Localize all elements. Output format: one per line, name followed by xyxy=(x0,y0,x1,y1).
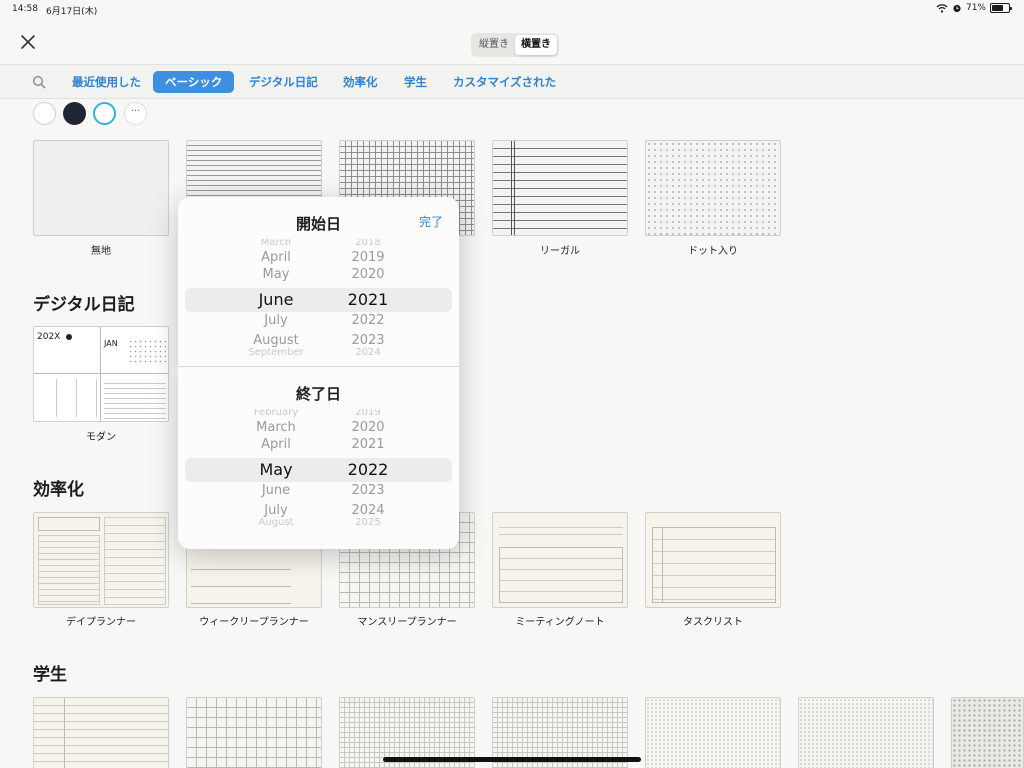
tab-digital-journal[interactable]: デジタル日記 xyxy=(249,71,318,93)
template-plain-label: 無地 xyxy=(91,246,111,257)
tab-customized[interactable]: カスタマイズされた xyxy=(453,71,556,93)
start-date-wheel[interactable]: March 2018 April 2019 May 2020 June 2021 July 202… xyxy=(178,239,459,359)
end-date-wheel[interactable]: February 2019 March 2020 April 2021 May 2022 Jun… xyxy=(178,409,459,529)
meeting-header-lines xyxy=(499,521,623,541)
template-modern-journal[interactable]: 202X JAN xyxy=(33,326,169,422)
home-indicator xyxy=(383,757,641,762)
legal-margin-line xyxy=(514,141,515,235)
template-day-planner[interactable] xyxy=(33,512,169,608)
year-option[interactable]: 2020 xyxy=(328,420,408,435)
status-time: 14:58 xyxy=(12,4,38,14)
weekly-rows xyxy=(191,553,291,605)
wifi-icon xyxy=(936,4,948,13)
journal-add-icon xyxy=(66,334,72,340)
paper-color-dark[interactable] xyxy=(63,102,86,125)
year-option[interactable]: 2018 xyxy=(328,239,408,248)
template-day-planner-label: デイプランナー xyxy=(66,617,136,628)
tab-basic[interactable]: ベーシック xyxy=(153,71,235,93)
start-date-title: 開始日 xyxy=(295,215,341,233)
year-option[interactable]: 2023 xyxy=(328,333,408,348)
year-option[interactable]: 2022 xyxy=(328,313,408,328)
template-task-list[interactable] xyxy=(645,512,781,608)
journal-week-grid xyxy=(37,379,97,417)
tab-recent[interactable]: 最近使用した xyxy=(72,71,141,93)
template-dotted[interactable] xyxy=(645,140,781,236)
category-tabs: 最近使用した ベーシック デジタル日記 効率化 学生 カスタマイズされた xyxy=(0,65,1024,99)
battery-level xyxy=(992,5,1004,11)
done-button[interactable]: 完了 xyxy=(419,213,443,230)
year-option[interactable]: 2021 xyxy=(328,437,408,452)
year-option[interactable]: 2025 xyxy=(328,517,408,528)
template-meeting-notes-label: ミーティングノート xyxy=(515,617,605,628)
journal-divider xyxy=(100,327,101,421)
template-student-hex[interactable] xyxy=(951,697,1024,768)
template-legal-label: リーガル xyxy=(540,246,580,257)
orientation-segmented-control: 縦置き 横置き xyxy=(471,33,559,57)
journal-divider xyxy=(34,373,168,374)
portrait-option[interactable]: 縦置き xyxy=(473,35,515,55)
year-option[interactable]: 2024 xyxy=(328,347,408,358)
planner-notes xyxy=(38,535,100,605)
journal-year: 202X xyxy=(37,332,61,342)
date-range-popover: 開始日 完了 March 2018 April 2019 May 2020 June 2021… xyxy=(178,197,459,549)
journal-calendar-grid xyxy=(128,339,166,365)
status-bar: 14:58 6月17日(木) 71% xyxy=(0,0,1024,20)
cornell-margin xyxy=(64,698,65,768)
selected-year[interactable]: 2022 xyxy=(328,460,408,479)
year-option[interactable]: 2020 xyxy=(328,267,408,282)
planner-schedule xyxy=(104,517,166,605)
task-checkbox-column xyxy=(662,527,663,603)
paper-color-white[interactable] xyxy=(33,102,56,125)
section-title-student: 学生 xyxy=(33,665,67,685)
template-student-grid[interactable] xyxy=(186,697,322,768)
landscape-option[interactable]: 横置き xyxy=(515,35,557,55)
template-legal[interactable] xyxy=(492,140,628,236)
template-picker-screen: 14:58 6月17日(木) 71% 縦置き 横置き 最近使用した ベーシック … xyxy=(0,0,1024,768)
template-modern-label: モダン xyxy=(86,432,116,443)
end-date-title: 終了日 xyxy=(295,385,341,403)
close-icon[interactable] xyxy=(18,32,38,52)
year-option[interactable]: 2024 xyxy=(328,503,408,518)
template-dotted-label: ドット入り xyxy=(688,246,738,257)
template-task-list-label: タスクリスト xyxy=(683,617,743,628)
paper-color-white-selected[interactable] xyxy=(93,102,116,125)
legal-margin-line xyxy=(511,141,512,235)
status-date: 6月17日(木) xyxy=(46,7,98,17)
task-rows xyxy=(652,527,776,603)
battery-icon xyxy=(990,3,1012,13)
template-monthly-planner-label: マンスリープランナー xyxy=(357,617,457,628)
tab-productivity[interactable]: 効率化 xyxy=(343,71,378,93)
template-student-dots[interactable] xyxy=(645,697,781,768)
battery-percent: 71% xyxy=(965,3,986,13)
popover-separator xyxy=(178,366,459,367)
journal-month: JAN xyxy=(104,339,118,348)
selected-year[interactable]: 2021 xyxy=(328,290,408,309)
template-meeting-notes[interactable] xyxy=(492,512,628,608)
year-option[interactable]: 2023 xyxy=(328,483,408,498)
template-cornell[interactable] xyxy=(33,697,169,768)
template-weekly-planner-label: ウィークリープランナー xyxy=(199,617,309,628)
status-right: 71% xyxy=(936,3,1012,13)
section-title-journal: デジタル日記 xyxy=(33,295,135,315)
template-plain[interactable] xyxy=(33,140,169,236)
year-option[interactable]: 2019 xyxy=(328,250,408,265)
meeting-agenda xyxy=(499,547,623,603)
section-title-productivity: 効率化 xyxy=(33,480,84,500)
search-icon[interactable] xyxy=(32,75,46,89)
year-option[interactable]: 2019 xyxy=(328,409,408,418)
alarm-icon xyxy=(953,4,961,13)
template-student-dots-2[interactable] xyxy=(798,697,934,768)
more-colors-icon[interactable]: ··· xyxy=(124,102,147,125)
journal-lines xyxy=(104,379,166,419)
planner-box xyxy=(38,517,100,531)
tab-student[interactable]: 学生 xyxy=(404,71,427,93)
